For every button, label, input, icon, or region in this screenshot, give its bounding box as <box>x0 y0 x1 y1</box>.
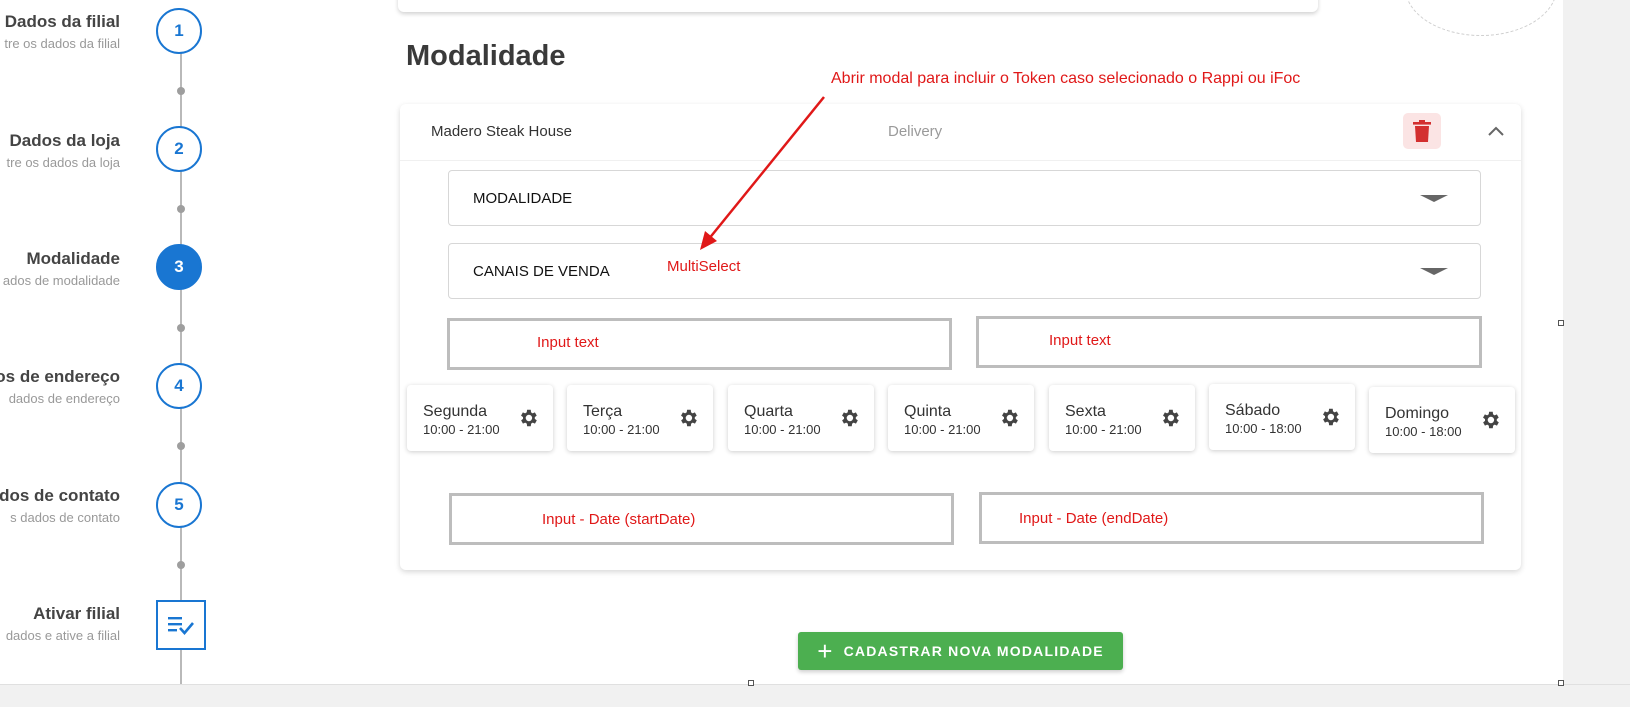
step-6-checklist[interactable] <box>156 600 206 650</box>
step-number: 5 <box>174 495 184 514</box>
bottom-bar <box>0 684 1630 707</box>
step-4-circle[interactable]: 4 <box>156 363 202 409</box>
gear-icon[interactable] <box>1159 407 1181 429</box>
day-card-quinta[interactable]: Quinta 10:00 - 21:00 <box>888 385 1034 451</box>
canais-de-venda-select[interactable]: CANAIS DE VENDA <box>448 243 1481 299</box>
store-name: Madero Steak House <box>431 123 572 140</box>
step-3-circle[interactable]: 3 <box>156 244 202 290</box>
step-number: 1 <box>174 21 184 40</box>
day-hours: 10:00 - 18:00 <box>1385 424 1462 439</box>
right-gutter <box>1563 0 1630 706</box>
gear-icon[interactable] <box>1319 406 1341 428</box>
day-hours: 10:00 - 21:00 <box>1065 422 1142 437</box>
resize-handle[interactable] <box>1558 680 1564 686</box>
day-name: Segunda <box>423 403 488 420</box>
checklist-icon <box>168 617 194 635</box>
gear-icon[interactable] <box>1479 409 1501 431</box>
day-name: Sábado <box>1225 402 1281 419</box>
day-card-segunda[interactable]: Segunda 10:00 - 21:00 <box>407 385 553 451</box>
step-subtitle: dados de endereço <box>8 391 120 406</box>
day-name: Sexta <box>1065 403 1106 420</box>
day-name: Quarta <box>744 403 793 420</box>
step-title: Dados da filial <box>4 12 120 31</box>
input-text-annotation-2: Input text <box>1049 332 1111 349</box>
trash-icon <box>1413 120 1431 142</box>
day-hours: 10:00 - 21:00 <box>904 422 981 437</box>
day-card-domingo[interactable]: Domingo 10:00 - 18:00 <box>1369 387 1515 453</box>
delete-button[interactable] <box>1403 113 1441 149</box>
stepper-dot <box>177 442 185 450</box>
step-number: 4 <box>174 376 184 395</box>
input-text-placeholder-1[interactable] <box>447 318 952 370</box>
decorative-circle <box>1405 0 1557 36</box>
day-name: Domingo <box>1385 405 1450 422</box>
add-modality-label: CADASTRAR NOVA MODALIDADE <box>843 643 1104 659</box>
day-hours: 10:00 - 18:00 <box>1225 421 1302 436</box>
step-subtitle: ados de modalidade <box>2 273 120 288</box>
step-title: Modalidade <box>26 249 120 268</box>
gear-icon[interactable] <box>838 407 860 429</box>
stepper-dot <box>177 205 185 213</box>
step-number: 2 <box>174 139 184 158</box>
section-title: Modalidade <box>406 40 566 72</box>
modalidade-select[interactable]: MODALIDADE <box>448 170 1481 226</box>
step-1-circle[interactable]: 1 <box>156 8 202 54</box>
day-card-quarta[interactable]: Quarta 10:00 - 21:00 <box>728 385 874 451</box>
stepper-dot <box>177 87 185 95</box>
caret-down-icon <box>1420 268 1448 275</box>
day-hours: 10:00 - 21:00 <box>423 422 500 437</box>
step-2-text: Dados da loja tre os dados da loja <box>7 131 120 170</box>
resize-handle[interactable] <box>748 680 754 686</box>
collapse-button[interactable] <box>1483 118 1509 144</box>
day-name: Terça <box>583 403 623 420</box>
day-hours: 10:00 - 21:00 <box>744 422 821 437</box>
modalidade-label: MODALIDADE <box>473 190 573 207</box>
step-6-text: Ativar filial dados e ative a filial <box>6 604 120 643</box>
step-2-circle[interactable]: 2 <box>156 126 202 172</box>
day-card-sabado[interactable]: Sábado 10:00 - 18:00 <box>1209 384 1355 450</box>
top-toolbar <box>398 0 1318 12</box>
step-title: os de endereço <box>0 367 120 386</box>
multiselect-annotation: MultiSelect <box>667 258 741 275</box>
day-card-sexta[interactable]: Sexta 10:00 - 21:00 <box>1049 385 1195 451</box>
gear-icon[interactable] <box>998 407 1020 429</box>
gear-icon[interactable] <box>517 407 539 429</box>
chevron-up-icon <box>1488 126 1504 136</box>
step-subtitle: tre os dados da filial <box>4 36 120 51</box>
gear-icon[interactable] <box>677 407 699 429</box>
end-date-annotation: Input - Date (endDate) <box>1019 510 1169 527</box>
step-number: 3 <box>174 257 184 276</box>
step-title: Dados da loja <box>9 131 120 150</box>
step-title: ados de contato <box>0 486 120 505</box>
step-4-text: os de endereço dados de endereço <box>0 367 120 406</box>
step-title: Ativar filial <box>33 604 120 623</box>
stepper-dot <box>177 561 185 569</box>
token-annotation: Abrir modal para incluir o Token caso se… <box>831 70 1301 87</box>
step-5-text: ados de contato s dados de contato <box>0 486 120 525</box>
stepper-dot <box>177 324 185 332</box>
add-modality-button[interactable]: + CADASTRAR NOVA MODALIDADE <box>798 632 1123 670</box>
day-name: Quinta <box>904 403 952 420</box>
day-card-terca[interactable]: Terça 10:00 - 21:00 <box>567 385 713 451</box>
caret-down-icon <box>1420 195 1448 202</box>
step-subtitle: dados e ative a filial <box>5 628 120 643</box>
input-text-annotation-1: Input text <box>537 334 599 351</box>
day-hours: 10:00 - 21:00 <box>583 422 660 437</box>
card-header-divider <box>400 160 1521 161</box>
step-5-circle[interactable]: 5 <box>156 482 202 528</box>
plus-icon: + <box>817 636 834 666</box>
start-date-placeholder[interactable] <box>449 493 954 545</box>
step-3-text: Modalidade ados de modalidade <box>3 249 120 288</box>
step-subtitle: tre os dados da loja <box>6 155 120 170</box>
step-subtitle: s dados de contato <box>10 510 120 525</box>
modality-type: Delivery <box>888 123 943 140</box>
canais-label: CANAIS DE VENDA <box>473 263 610 280</box>
start-date-annotation: Input - Date (startDate) <box>542 511 696 528</box>
step-1-text: Dados da filial tre os dados da filial <box>4 12 120 51</box>
resize-handle[interactable] <box>1558 320 1564 326</box>
